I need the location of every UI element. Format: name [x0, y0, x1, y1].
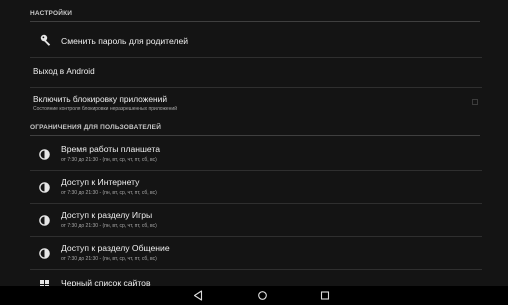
back-icon[interactable]	[193, 290, 203, 301]
restriction-title: Время работы планшета	[61, 144, 161, 154]
restriction-subtitle: от 7:30 до 21:30 - (пн, вт, ср, чт, пт, …	[61, 190, 157, 196]
change-password-item[interactable]: Сменить пароль для родителей	[30, 25, 482, 58]
app-block-checkbox[interactable]	[472, 99, 478, 105]
half-moon-icon	[39, 215, 50, 226]
settings-section-header: НАСТРОЙКИ	[30, 10, 480, 22]
app-block-subtitle: Состояние контроля блокировки неразрешен…	[33, 106, 177, 112]
restriction-item-social[interactable]: Доступ к разделу Общение от 7:30 до 21:3…	[30, 237, 482, 270]
restriction-title: Доступ к Интернету	[61, 177, 140, 187]
app-block-title: Включить блокировку приложений	[33, 94, 167, 104]
half-moon-icon	[39, 182, 50, 193]
settings-screen: НАСТРОЙКИ Сменить пароль для родителей В…	[0, 0, 508, 305]
restriction-title: Доступ к разделу Общение	[61, 243, 170, 253]
home-icon[interactable]	[257, 290, 268, 301]
exit-android-item[interactable]: Выход в Android	[30, 58, 482, 88]
recents-icon[interactable]	[320, 290, 330, 301]
restriction-item-games[interactable]: Доступ к разделу Игры от 7:30 до 21:30 -…	[30, 204, 482, 237]
restriction-title: Доступ к разделу Игры	[61, 210, 153, 220]
restriction-subtitle: от 7:30 до 21:30 - (пн, вт, ср, чт, пт, …	[61, 256, 157, 262]
half-moon-icon	[39, 248, 50, 259]
half-moon-icon	[39, 149, 50, 160]
restriction-subtitle: от 7:30 до 21:30 - (пн, вт, ср, чт, пт, …	[61, 223, 157, 229]
exit-android-label: Выход в Android	[33, 67, 95, 76]
key-icon	[40, 34, 51, 46]
restriction-item-tablet-time[interactable]: Время работы планшета от 7:30 до 21:30 -…	[30, 138, 482, 171]
navigation-bar	[0, 286, 508, 305]
restrictions-section-header: ОГРАНИЧЕНИЯ ДЛЯ ПОЛЬЗОВАТЕЛЕЙ	[30, 124, 480, 136]
app-block-item[interactable]: Включить блокировку приложений Состояние…	[30, 88, 482, 118]
restriction-item-internet[interactable]: Доступ к Интернету от 7:30 до 21:30 - (п…	[30, 171, 482, 204]
restriction-subtitle: от 7:30 до 21:30 - (пн, вт, ср, чт, пт, …	[61, 157, 157, 163]
change-password-label: Сменить пароль для родителей	[61, 36, 189, 46]
